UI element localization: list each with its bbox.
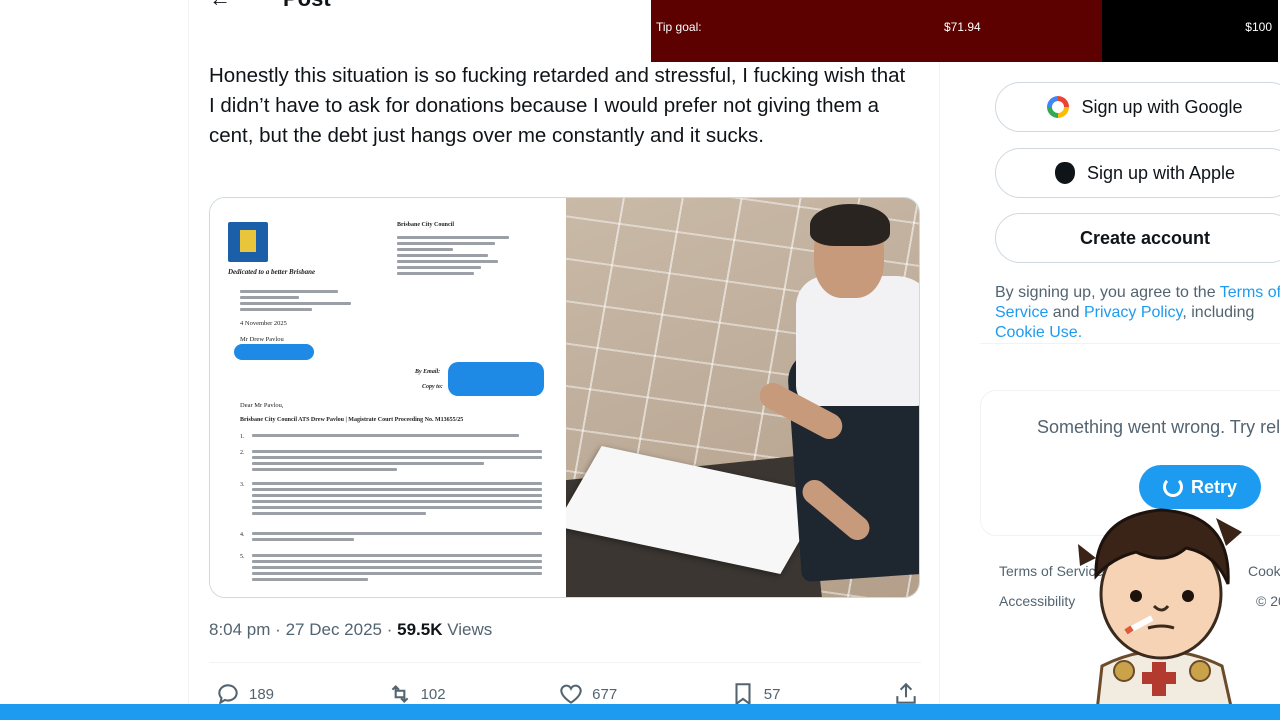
- meta-separator: ·: [275, 620, 281, 639]
- legal-including: , including: [1182, 304, 1255, 321]
- reply-count: 189: [249, 685, 275, 703]
- letter-paragraph: 3.: [240, 482, 542, 518]
- tip-goal-fill: [651, 0, 1103, 62]
- error-message: Something went wrong. Try reloading.: [1037, 417, 1280, 437]
- letter-paragraph: 2.: [240, 450, 542, 474]
- redaction-mark: [448, 362, 544, 396]
- views-count: 59.5K: [397, 620, 443, 639]
- bookmark-count: 57: [763, 685, 781, 703]
- views-label: Views: [447, 620, 493, 639]
- page-title: Post: [283, 0, 331, 12]
- back-arrow-icon[interactable]: ←: [209, 0, 231, 12]
- tip-goal-target: $100: [1245, 20, 1272, 34]
- post-timestamp: 8:04 pm · 27 Dec 2025 · 59.5K Views: [209, 620, 492, 640]
- post-header: ← Post: [209, 0, 331, 12]
- letter-paragraph: 5.: [240, 554, 542, 584]
- refresh-icon: [1162, 477, 1183, 497]
- letter-reference-block: [240, 290, 370, 314]
- footer-copyright: © 2025: [1256, 593, 1280, 609]
- letter-paragraph: 1.: [240, 434, 542, 440]
- post-date[interactable]: 27 Dec 2025: [286, 620, 382, 639]
- letter-greeting: Dear Mr Pavlou,: [240, 402, 284, 409]
- letter-subject: Brisbane City Council ATS Drew Pavlou | …: [240, 417, 464, 423]
- repost-count: 102: [420, 685, 446, 703]
- letter-date: 4 November 2025: [240, 320, 287, 327]
- legal-and: and: [1048, 304, 1084, 321]
- tip-goal-label: Tip goal:: [656, 20, 702, 34]
- letter-copy-to: Copy to:: [422, 384, 443, 390]
- letter-by-email: By Email:: [415, 369, 441, 375]
- letter-paragraph: 4.: [240, 532, 542, 544]
- create-account-button[interactable]: Create account: [995, 213, 1280, 263]
- redaction-mark: [234, 344, 314, 360]
- google-signup-button[interactable]: Sign up with Google: [995, 82, 1280, 132]
- signup-legal-text: By signing up, you agree to the Terms of…: [995, 283, 1280, 343]
- divider: [980, 343, 1280, 344]
- create-account-label: Create account: [1079, 227, 1211, 248]
- like-count: 677: [592, 685, 618, 703]
- footer-accessibility-link[interactable]: Accessibility: [999, 593, 1075, 609]
- apple-icon: [1054, 162, 1075, 184]
- tip-goal-bar: Tip goal: $71.94 $100: [651, 0, 1278, 62]
- letter-council-name: Brisbane City Council: [397, 222, 455, 228]
- cookie-link[interactable]: Cookie Use.: [995, 324, 1082, 341]
- post-time[interactable]: 8:04 pm: [209, 620, 270, 639]
- privacy-link[interactable]: Privacy Policy: [1084, 304, 1182, 321]
- bottom-banner: [0, 704, 1280, 720]
- streamer-avatar: [1078, 508, 1242, 720]
- retry-label: Retry: [1190, 476, 1238, 497]
- apple-signup-label: Sign up with Apple: [1086, 162, 1236, 183]
- letter-tagline: Dedicated to a better Brisbane: [228, 268, 316, 276]
- post-column: ← Post Honestly this situation is so fuc…: [188, 0, 940, 720]
- meta-separator: ·: [386, 620, 393, 639]
- google-icon: [1047, 96, 1070, 118]
- council-crest-logo: [228, 222, 268, 262]
- post-text: Honestly this situation is so fucking re…: [209, 64, 906, 147]
- legal-prefix: By signing up, you agree to the: [995, 284, 1220, 301]
- apple-signup-button[interactable]: Sign up with Apple: [995, 148, 1280, 198]
- tip-goal-current: $71.94: [944, 20, 981, 34]
- letter-recipient: Mr Drew Pavlou: [240, 336, 284, 343]
- divider: [209, 662, 921, 663]
- protest-photo[interactable]: [566, 198, 919, 597]
- post-media[interactable]: Dedicated to a better Brisbane Brisbane …: [209, 197, 920, 598]
- google-signup-label: Sign up with Google: [1081, 96, 1243, 117]
- council-letter-image[interactable]: Dedicated to a better Brisbane Brisbane …: [210, 198, 566, 597]
- letter-address-block: [397, 236, 537, 278]
